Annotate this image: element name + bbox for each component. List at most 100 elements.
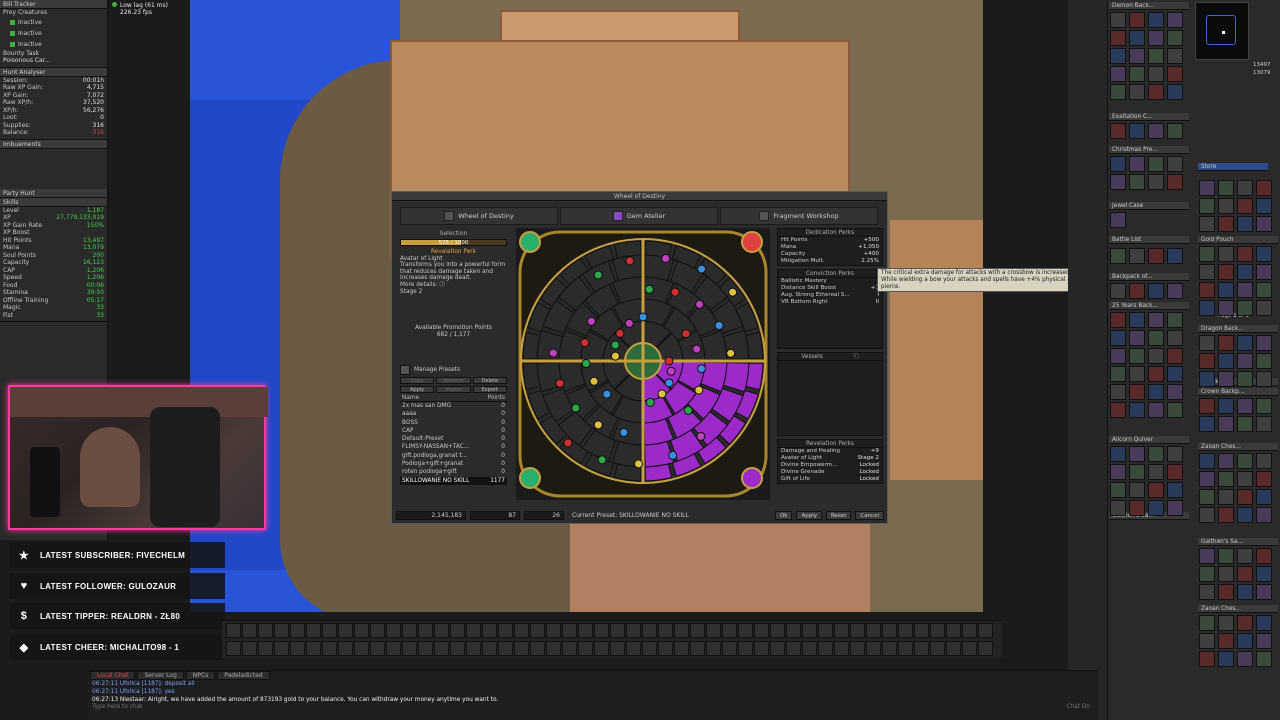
hotkey-slot[interactable] [594, 641, 609, 656]
item-slot[interactable] [1199, 371, 1215, 387]
hotkey-slot[interactable] [962, 623, 977, 638]
item-slot[interactable] [1256, 398, 1272, 414]
item-slot[interactable] [1199, 246, 1215, 262]
hotkey-slot[interactable] [642, 623, 657, 638]
item-slot[interactable] [1237, 548, 1253, 564]
hotkey-slot[interactable] [946, 623, 961, 638]
hotkey-slot[interactable] [818, 623, 833, 638]
item-slot[interactable] [1148, 156, 1164, 172]
item-slot[interactable] [1218, 198, 1234, 214]
item-slot[interactable] [1237, 507, 1253, 523]
hotkey-slot[interactable] [274, 623, 289, 638]
hotkey-slot[interactable] [578, 623, 593, 638]
tab-local-chat[interactable]: Local Chat [90, 671, 136, 680]
hotkey-slot[interactable] [546, 623, 561, 638]
item-slot[interactable] [1110, 283, 1126, 299]
item-slot[interactable] [1237, 584, 1253, 600]
hotkey-slot[interactable] [434, 641, 449, 656]
prey-slot-3[interactable]: Inactive [0, 39, 107, 50]
item-slot[interactable] [1199, 548, 1215, 564]
hotkey-slot[interactable] [658, 623, 673, 638]
tab-padeladicted[interactable]: Padeladicted [217, 671, 270, 680]
preset-row[interactable]: aaaa 0 [400, 410, 507, 418]
hotkey-slot[interactable] [402, 641, 417, 656]
item-slot[interactable] [1256, 180, 1272, 196]
hotkey-slot[interactable] [770, 641, 785, 656]
hotkey-slot[interactable] [546, 641, 561, 656]
hotkey-slot[interactable] [978, 623, 993, 638]
item-slot[interactable] [1110, 248, 1126, 264]
item-slot[interactable] [1237, 651, 1253, 667]
hotkey-slot[interactable] [290, 641, 305, 656]
import-button[interactable]: Import [436, 386, 471, 393]
item-slot[interactable] [1110, 500, 1126, 516]
hotkey-slot[interactable] [914, 623, 929, 638]
item-slot[interactable] [1237, 216, 1253, 232]
item-slot[interactable] [1129, 402, 1145, 418]
item-slot[interactable] [1218, 507, 1234, 523]
item-slot[interactable] [1237, 471, 1253, 487]
hotkey-slot[interactable] [866, 623, 881, 638]
item-slot[interactable] [1148, 446, 1164, 462]
preset-row[interactable]: roten podloga+gift 0 [400, 468, 507, 476]
preset-row[interactable]: CAP 0 [400, 427, 507, 435]
hotkey-slot[interactable] [626, 623, 641, 638]
item-slot[interactable] [1237, 198, 1253, 214]
item-slot[interactable] [1256, 651, 1272, 667]
rename-button[interactable]: Rename [436, 377, 471, 384]
item-slot[interactable] [1110, 446, 1126, 462]
apply-preset-button[interactable]: Apply [400, 386, 435, 393]
hotkey-slot[interactable] [754, 641, 769, 656]
item-slot[interactable] [1129, 500, 1145, 516]
hotkey-slot[interactable] [674, 641, 689, 656]
hotkey-slot[interactable] [898, 641, 913, 656]
hotkey-slot[interactable] [738, 623, 753, 638]
item-slot[interactable] [1256, 471, 1272, 487]
item-slot[interactable] [1129, 174, 1145, 190]
item-slot[interactable] [1148, 330, 1164, 346]
item-slot[interactable] [1129, 156, 1145, 172]
item-slot[interactable] [1218, 216, 1234, 232]
item-slot[interactable] [1167, 384, 1183, 400]
item-slot[interactable] [1237, 453, 1253, 469]
hotkey-slot[interactable] [562, 623, 577, 638]
store-button[interactable]: Store [1198, 163, 1268, 171]
item-slot[interactable] [1148, 30, 1164, 46]
wheel-of-destiny[interactable] [516, 228, 770, 500]
item-slot[interactable] [1110, 312, 1126, 328]
item-slot[interactable] [1256, 246, 1272, 262]
hotkey-slot[interactable] [434, 623, 449, 638]
item-slot[interactable] [1256, 507, 1272, 523]
item-slot[interactable] [1256, 566, 1272, 582]
container-title[interactable]: Demon Back... [1109, 2, 1189, 10]
preset-row[interactable]: gift.podloga,granat t... 0 [400, 452, 507, 460]
minimap[interactable] [1195, 2, 1249, 60]
hotkey-slot[interactable] [466, 623, 481, 638]
item-slot[interactable] [1110, 482, 1126, 498]
bill-tracker-title[interactable]: Bill Tracker [0, 0, 107, 9]
item-slot[interactable] [1237, 300, 1253, 316]
item-slot[interactable] [1256, 453, 1272, 469]
hotkey-slot[interactable] [754, 623, 769, 638]
item-slot[interactable] [1110, 330, 1126, 346]
item-slot[interactable] [1199, 471, 1215, 487]
hotkey-slot[interactable] [690, 623, 705, 638]
hotkey-slot[interactable] [354, 641, 369, 656]
item-slot[interactable] [1199, 398, 1215, 414]
hotkey-slot[interactable] [834, 641, 849, 656]
item-slot[interactable] [1237, 353, 1253, 369]
item-slot[interactable] [1199, 198, 1215, 214]
item-slot[interactable] [1167, 84, 1183, 100]
tab-fragment-workshop[interactable]: Fragment Workshop [720, 207, 878, 225]
item-slot[interactable] [1237, 633, 1253, 649]
item-slot[interactable] [1237, 246, 1253, 262]
container-title[interactable]: Christmas Pre... [1109, 146, 1189, 154]
container-title[interactable]: Jewel Case [1109, 202, 1189, 210]
preset-row[interactable]: 2x mas san DMG 0 [400, 402, 507, 410]
hunt-analyser-title[interactable]: Hunt Analyser [0, 67, 107, 77]
hotkey-slot[interactable] [258, 623, 273, 638]
item-slot[interactable] [1256, 300, 1272, 316]
hotkey-slot[interactable] [418, 641, 433, 656]
container-title[interactable]: Alicorn Quiver [1109, 436, 1189, 444]
hotkey-slot[interactable] [850, 641, 865, 656]
